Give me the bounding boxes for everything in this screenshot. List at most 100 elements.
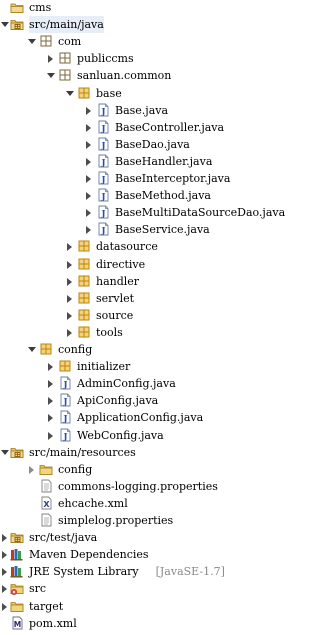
tree-node-basecontroller-java[interactable]: J BaseController.java xyxy=(0,119,294,136)
expand-arrow-icon[interactable] xyxy=(0,563,9,580)
tree-node-simplelog-properties[interactable]: simplelog.properties xyxy=(0,512,294,529)
expand-arrow-icon[interactable] xyxy=(46,409,55,426)
expand-arrow-icon[interactable] xyxy=(46,375,55,392)
source-folder-icon xyxy=(10,530,24,544)
tree-node-datasource[interactable]: datasource xyxy=(0,238,294,255)
expand-arrow-icon[interactable] xyxy=(65,307,74,324)
collapse-arrow-icon[interactable] xyxy=(27,341,36,358)
tree-node-adminconfig-java[interactable]: J AdminConfig.java xyxy=(0,375,294,392)
tree-node-label: BaseMultiDataSourceDao.java xyxy=(115,206,286,220)
tree-node-label: config xyxy=(58,462,93,476)
svg-text:J: J xyxy=(100,175,105,185)
tree-node-basemethod-java[interactable]: J BaseMethod.java xyxy=(0,187,294,204)
expand-arrow-icon[interactable] xyxy=(46,358,55,375)
expand-arrow-icon[interactable] xyxy=(65,273,74,290)
svg-text:J: J xyxy=(62,432,67,442)
tree-node-handler[interactable]: handler xyxy=(0,273,294,290)
tree-node-pom-xml[interactable]: Mpom.xml xyxy=(0,615,294,632)
expand-arrow-icon[interactable] xyxy=(0,529,9,546)
tree-node-basehandler-java[interactable]: J BaseHandler.java xyxy=(0,153,294,170)
expand-arrow-icon[interactable] xyxy=(46,427,55,444)
svg-text:J: J xyxy=(62,397,67,407)
tree-node-baseservice-java[interactable]: J BaseService.java xyxy=(0,221,294,238)
expand-arrow-icon[interactable] xyxy=(65,324,74,341)
tree-node-src[interactable]: src xyxy=(0,580,294,597)
tree-node-basemultidatasourcedao-java[interactable]: J BaseMultiDataSourceDao.java xyxy=(0,204,294,221)
tree-node-config[interactable]: config xyxy=(0,341,294,358)
expand-arrow-icon[interactable] xyxy=(46,392,55,409)
collapse-arrow-icon[interactable] xyxy=(0,444,9,461)
collapse-arrow-icon[interactable] xyxy=(46,67,55,84)
library-icon xyxy=(10,564,24,578)
expand-arrow-icon[interactable] xyxy=(84,136,93,153)
tree-node-commons-logging-properties[interactable]: commons-logging.properties xyxy=(0,478,294,495)
package-orange-icon xyxy=(58,359,72,373)
tree-node-label: src/main/java xyxy=(29,16,104,34)
tree-node-jre-system-library[interactable]: JRE System Library [JavaSE-1.7] xyxy=(0,563,294,580)
tree-node-source[interactable]: source xyxy=(0,307,294,324)
maven-file-icon: M xyxy=(10,616,24,630)
expand-arrow-icon[interactable] xyxy=(27,461,36,478)
tree-node-config[interactable]: config xyxy=(0,461,294,478)
tree-node-com[interactable]: com xyxy=(0,33,294,50)
tree-node-tools[interactable]: tools xyxy=(0,324,294,341)
expand-arrow-icon[interactable] xyxy=(84,221,93,238)
tree-node-initializer[interactable]: initializer xyxy=(0,358,294,375)
tree-node-src-test-java[interactable]: src/test/java xyxy=(0,529,294,546)
expand-arrow-icon[interactable] xyxy=(0,598,9,615)
library-version-label: [JavaSE-1.7] xyxy=(155,565,225,579)
expand-arrow-icon[interactable] xyxy=(84,102,93,119)
package-orange-icon xyxy=(77,274,91,288)
tree-node-label: JRE System Library xyxy=(29,565,139,579)
tree-node-publiccms[interactable]: publiccms xyxy=(0,50,294,67)
expand-arrow-icon[interactable] xyxy=(65,256,74,273)
tree-node-label: BaseService.java xyxy=(115,223,210,237)
tree-node-label: base xyxy=(96,86,122,100)
expand-arrow-icon[interactable] xyxy=(0,580,9,597)
collapse-arrow-icon[interactable] xyxy=(27,33,36,50)
tree-node-label: Base.java xyxy=(115,103,169,117)
expand-arrow-icon[interactable] xyxy=(46,50,55,67)
tree-node-label: ehcache.xml xyxy=(58,496,128,510)
tree-node-label: initializer xyxy=(77,360,131,374)
java-file-icon: J xyxy=(58,428,72,442)
tree-node-label: src/main/resources xyxy=(29,445,136,459)
tree-node-webconfig-java[interactable]: J WebConfig.java xyxy=(0,427,294,444)
expand-arrow-icon[interactable] xyxy=(65,238,74,255)
tree-node-apiconfig-java[interactable]: J ApiConfig.java xyxy=(0,392,294,409)
svg-text:J: J xyxy=(100,141,105,151)
tree-node-src-main-java[interactable]: src/main/java xyxy=(0,16,294,34)
java-file-icon: J xyxy=(58,376,72,390)
tree-node-sanluan-common[interactable]: sanluan.common xyxy=(0,67,294,84)
source-folder-icon xyxy=(10,17,24,31)
tree-node-cms[interactable]: cms xyxy=(0,0,294,16)
tree-node-maven-dependencies[interactable]: Maven Dependencies xyxy=(0,546,294,563)
collapse-arrow-icon[interactable] xyxy=(0,16,9,33)
tree-node-target[interactable]: target xyxy=(0,598,294,615)
tree-node-ehcache-xml[interactable]: Xehcache.xml xyxy=(0,495,294,512)
tree-node-label: publiccms xyxy=(77,52,134,66)
expand-arrow-icon[interactable] xyxy=(84,170,93,187)
tree-node-label: directive xyxy=(96,257,146,271)
tree-node-servlet[interactable]: servlet xyxy=(0,290,294,307)
folder-icon xyxy=(10,599,24,613)
tree-node-base-java[interactable]: J Base.java xyxy=(0,102,294,119)
expand-arrow-icon[interactable] xyxy=(84,153,93,170)
tree-node-base[interactable]: base xyxy=(0,85,294,102)
tree-node-basedao-java[interactable]: J BaseDao.java xyxy=(0,136,294,153)
tree-node-src-main-resources[interactable]: src/main/resources xyxy=(0,444,294,461)
tree-node-baseinterceptor-java[interactable]: J BaseInterceptor.java xyxy=(0,170,294,187)
expand-arrow-icon[interactable] xyxy=(65,290,74,307)
expand-arrow-icon[interactable] xyxy=(0,546,9,563)
tree-node-applicationconfig-java[interactable]: J ApplicationConfig.java xyxy=(0,409,294,426)
folder-icon xyxy=(39,462,53,476)
expand-arrow-icon[interactable] xyxy=(84,187,93,204)
collapse-arrow-icon[interactable] xyxy=(65,85,74,102)
java-file-icon: J xyxy=(96,188,110,202)
expand-arrow-icon[interactable] xyxy=(84,204,93,221)
tree-node-label: target xyxy=(29,599,64,613)
svg-text:M: M xyxy=(14,620,21,629)
tree-node-directive[interactable]: directive xyxy=(0,256,294,273)
svg-text:J: J xyxy=(100,124,105,134)
expand-arrow-icon[interactable] xyxy=(84,119,93,136)
